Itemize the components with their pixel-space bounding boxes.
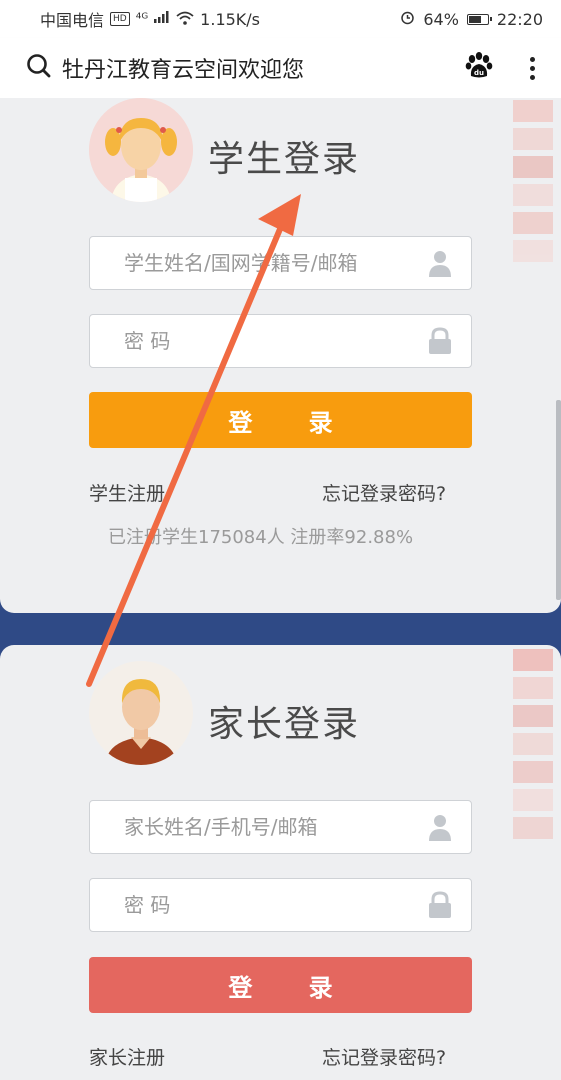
lock-icon (427, 891, 453, 919)
status-bar: 中国电信 HD ⁴ᴳ 1.15K/s 64% 22:20 (0, 0, 561, 38)
parent-password-input[interactable] (122, 892, 427, 918)
signal-icon (154, 11, 170, 27)
svg-text:du: du (474, 69, 484, 77)
student-avatar (89, 98, 193, 202)
scrollbar[interactable] (556, 400, 561, 600)
alarm-icon (400, 10, 415, 29)
user-icon (427, 249, 453, 277)
baidu-paw-icon[interactable]: du (464, 51, 494, 85)
student-login-title: 学生登录 (208, 139, 361, 180)
decorative-blur (513, 100, 553, 268)
parent-register-link[interactable]: 家长注册 (89, 1043, 165, 1070)
parent-forgot-password-link[interactable]: 忘记登录密码? (322, 1043, 446, 1070)
parent-login-button[interactable]: 登 录 (89, 957, 472, 1013)
hd-badge: HD (110, 12, 130, 26)
student-forgot-password-link[interactable]: 忘记登录密码? (322, 479, 446, 506)
clock-time: 22:20 (496, 9, 543, 29)
student-password-input[interactable] (122, 328, 427, 354)
student-username-field[interactable] (89, 236, 472, 290)
carrier-label: 中国电信 (40, 11, 105, 30)
parent-username-input[interactable] (122, 814, 427, 840)
network-speed: 1.15K/s (200, 9, 261, 29)
network-type-label: ⁴ᴳ (135, 11, 149, 27)
page-title[interactable]: 牡丹江教育云空间欢迎您 (62, 52, 304, 84)
parent-username-field[interactable] (89, 800, 472, 854)
user-icon (427, 813, 453, 841)
browser-address-bar[interactable]: 牡丹江教育云空间欢迎您 du (0, 38, 561, 98)
decorative-blur (513, 649, 553, 845)
more-options-icon[interactable] (530, 56, 535, 80)
parent-avatar (89, 661, 193, 765)
battery-percent: 64% (423, 9, 459, 29)
parent-password-field[interactable] (89, 878, 472, 932)
battery-icon (466, 13, 492, 25)
lock-icon (427, 327, 453, 355)
parent-login-title: 家长登录 (208, 704, 361, 745)
student-password-field[interactable] (89, 314, 472, 368)
student-register-link[interactable]: 学生注册 (89, 479, 165, 506)
student-login-button[interactable]: 登 录 (89, 392, 472, 448)
search-icon[interactable] (26, 53, 52, 83)
wifi-icon (176, 10, 194, 29)
student-registration-stats: 已注册学生175084人 注册率92.88% (108, 527, 414, 548)
student-username-input[interactable] (122, 250, 427, 276)
